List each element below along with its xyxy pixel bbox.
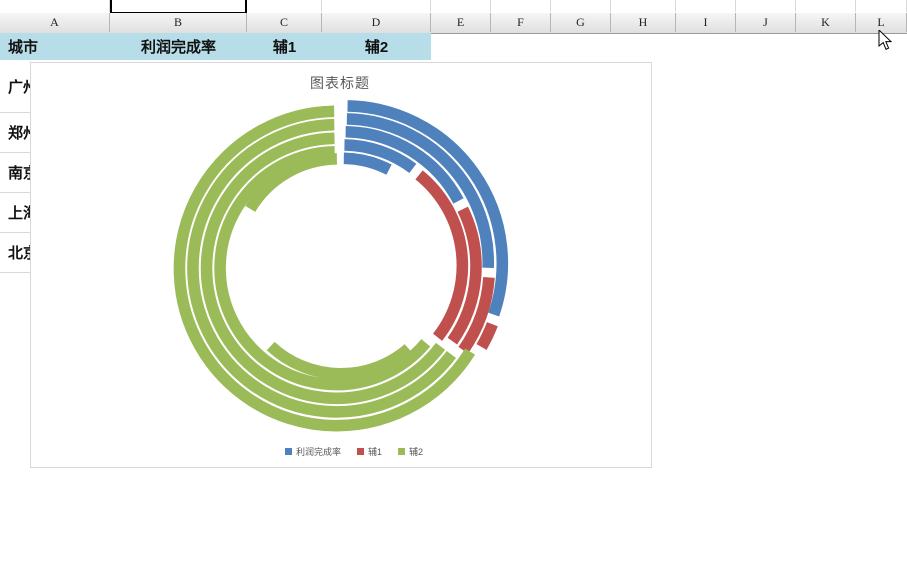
column-header-H[interactable]: H bbox=[611, 13, 676, 32]
legend-item-2[interactable]: 辅2 bbox=[398, 445, 423, 458]
column-header-C[interactable]: C bbox=[247, 13, 322, 32]
partial-cell[interactable] bbox=[322, 0, 431, 12]
legend-swatch-icon bbox=[398, 448, 405, 455]
legend-item-0[interactable]: 利润完成率 bbox=[284, 445, 341, 458]
chart-object[interactable]: 图表标题 利润完成率 辅1 辅2 bbox=[30, 62, 652, 468]
column-header-B[interactable]: B bbox=[110, 13, 247, 32]
column-header-E[interactable]: E bbox=[431, 13, 491, 32]
ring-郑州-辅2-arc[interactable] bbox=[214, 145, 431, 391]
doughnut-chart[interactable] bbox=[31, 63, 649, 465]
partial-cell[interactable] bbox=[736, 0, 796, 12]
column-header-I[interactable]: I bbox=[676, 13, 736, 32]
partial-cell[interactable] bbox=[796, 0, 856, 12]
table-header-row: 城市 利润完成率 辅1 辅2 bbox=[0, 33, 431, 60]
column-header-D[interactable]: D bbox=[322, 13, 431, 32]
legend-label: 利润完成率 bbox=[295, 447, 341, 457]
partial-cell[interactable] bbox=[676, 0, 736, 12]
partial-cell[interactable] bbox=[611, 0, 676, 12]
chart-legend[interactable]: 利润完成率 辅1 辅2 bbox=[45, 445, 663, 458]
legend-item-1[interactable]: 辅1 bbox=[356, 445, 382, 458]
partial-cell[interactable] bbox=[551, 0, 611, 12]
header-cell-1[interactable]: 利润完成率 bbox=[110, 33, 247, 60]
column-header-G[interactable]: G bbox=[551, 13, 611, 32]
legend-label: 辅2 bbox=[409, 447, 424, 457]
column-header-F[interactable]: F bbox=[491, 13, 551, 32]
partial-cell[interactable] bbox=[247, 0, 322, 12]
column-header-band: ABCDEFGHIJKL bbox=[0, 13, 907, 34]
partial-top-row bbox=[0, 0, 907, 14]
ring-广州-利润完成率-arc[interactable] bbox=[343, 152, 392, 175]
header-cell-2[interactable]: 辅1 bbox=[247, 33, 322, 60]
header-cell-0[interactable]: 城市 bbox=[0, 33, 110, 60]
partial-cell[interactable] bbox=[0, 0, 110, 12]
mouse-cursor-icon bbox=[878, 28, 893, 56]
legend-label: 辅1 bbox=[367, 447, 382, 457]
ring-北京-辅1-arc[interactable] bbox=[476, 322, 498, 350]
legend-swatch-icon bbox=[284, 448, 292, 455]
header-cell-3[interactable]: 辅2 bbox=[322, 33, 431, 60]
column-header-K[interactable]: K bbox=[796, 13, 856, 32]
partial-cell[interactable] bbox=[431, 0, 491, 12]
partial-cell[interactable] bbox=[856, 0, 907, 12]
legend-swatch-icon bbox=[356, 448, 364, 455]
active-cell-outline bbox=[110, 0, 247, 14]
column-header-J[interactable]: J bbox=[736, 13, 796, 32]
column-header-A[interactable]: A bbox=[0, 13, 110, 32]
ring-上海-利润完成率-arc[interactable] bbox=[346, 113, 494, 269]
partial-cell[interactable] bbox=[491, 0, 551, 12]
